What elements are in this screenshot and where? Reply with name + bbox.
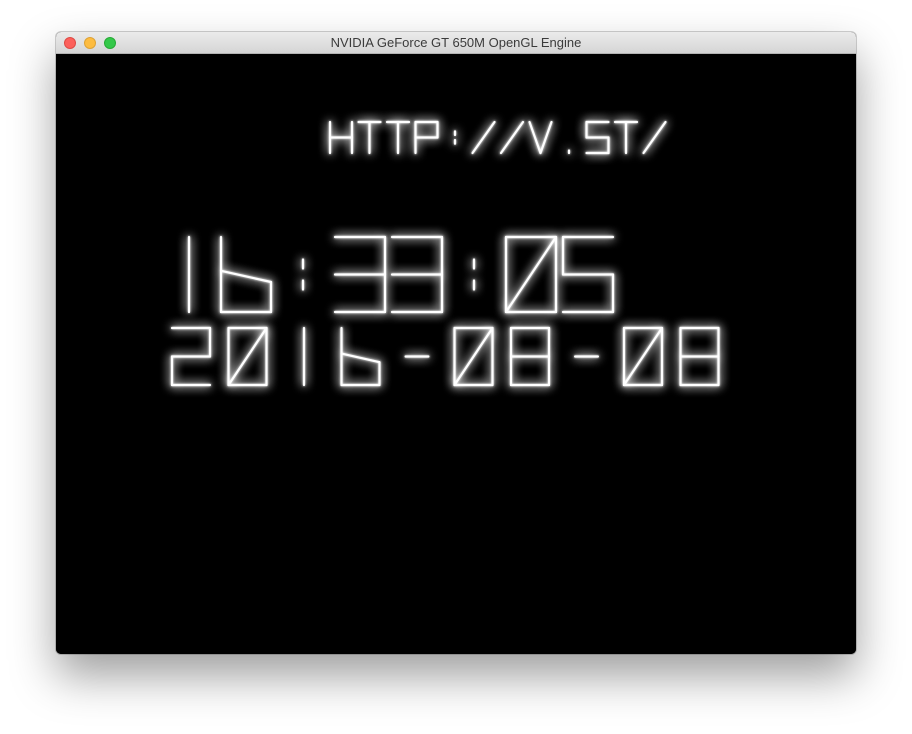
glyph-6	[340, 326, 381, 387]
glyph-8	[509, 326, 551, 387]
glyph-slash	[499, 120, 525, 155]
glyph-5	[561, 235, 615, 314]
glyph-6	[219, 235, 273, 314]
glyph-0	[227, 326, 268, 387]
glyph-T	[385, 120, 411, 155]
app-window: NVIDIA GeForce GT 650M OpenGL Engine	[56, 32, 856, 654]
glyph-T	[613, 120, 639, 155]
glyph-S	[585, 120, 610, 155]
window-title: NVIDIA GeForce GT 650M OpenGL Engine	[330, 35, 582, 50]
url-text	[328, 120, 667, 155]
date-text	[170, 326, 720, 387]
glyph-3	[390, 235, 444, 314]
glyph-0	[453, 326, 494, 387]
time-text	[187, 235, 615, 314]
glyph-slash	[471, 120, 496, 155]
glyph-0	[504, 235, 558, 314]
title-bar[interactable]: NVIDIA GeForce GT 650M OpenGL Engine	[56, 32, 856, 54]
glyph-0	[622, 326, 664, 387]
glyph-P	[414, 120, 439, 155]
glyph-T	[357, 120, 382, 155]
vector-display	[170, 120, 720, 387]
glyph-slash	[642, 120, 667, 155]
glyph-2	[170, 326, 212, 387]
glyph-V	[528, 120, 553, 155]
glyph-H	[328, 120, 354, 155]
glyph-3	[333, 235, 387, 314]
glyph-8	[679, 326, 720, 387]
vector-display-canvas	[56, 54, 856, 654]
